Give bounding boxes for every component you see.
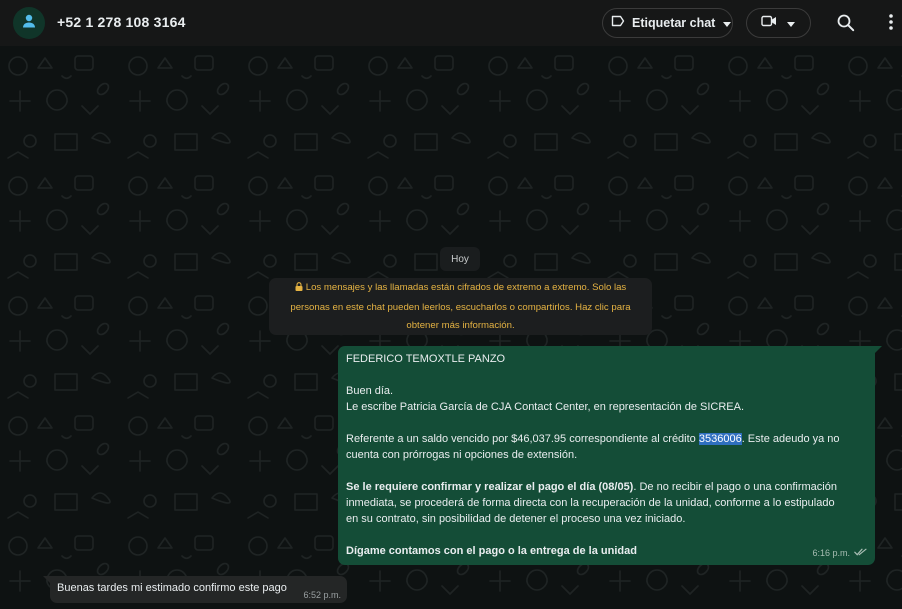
message-requirement-line-2: inmediata, se procederá de forma directa… — [346, 497, 835, 509]
message-hello: Buen día. — [346, 385, 394, 397]
incoming-message-time: 6:52 p.m. — [303, 590, 341, 600]
video-call-button[interactable] — [746, 8, 811, 38]
label-chat-button[interactable]: Etiquetar chat — [602, 8, 733, 38]
message-requirement-line-3: en su contrato, sin posibilidad de deten… — [346, 513, 686, 525]
incoming-message[interactable]: Buenas tardes mi estimado confirmo este … — [43, 576, 347, 603]
bubble-tail — [874, 346, 882, 354]
chat-header: +52 1 278 108 3164 Etiquetar chat — [0, 0, 902, 46]
search-icon[interactable] — [836, 13, 856, 33]
bubble-tail — [43, 576, 51, 584]
message-closing: Dígame contamos con el pago o la entrega… — [346, 545, 637, 557]
avatar[interactable] — [13, 7, 45, 39]
label-chat-text: Etiquetar chat — [632, 16, 716, 30]
incoming-message-text: Buenas tardes mi estimado confirmo este … — [57, 582, 287, 594]
message-time: 6:16 p.m. — [812, 548, 850, 558]
message-requirement: Se le requiere confirmar y realizar el p… — [346, 481, 837, 493]
person-icon — [21, 13, 37, 34]
lock-icon — [295, 280, 303, 299]
message-reference-line-2: cuenta con prórrogas ni opciones de exte… — [346, 449, 578, 461]
label-icon — [611, 14, 625, 32]
credit-number[interactable]: 3536006 — [698, 433, 742, 445]
message-meta: 6:16 p.m. — [812, 545, 867, 561]
chevron-down-icon — [787, 14, 795, 32]
encryption-notice-line-2: personas en este chat pueden leerlos, es… — [290, 301, 631, 313]
encryption-notice-line-1: Los mensajes y las llamadas están cifrad… — [275, 279, 646, 299]
video-icon — [761, 14, 777, 32]
message-intro: Le escribe Patricia García de CJA Contac… — [346, 401, 745, 413]
chevron-down-icon — [723, 14, 732, 32]
message-reference: Referente a un saldo vencido por $46,037… — [346, 433, 840, 445]
outgoing-message[interactable]: FEDERICO TEMOXTLE PANZO Buen día. Le esc… — [338, 346, 882, 565]
message-recipient-name: FEDERICO TEMOXTLE PANZO — [346, 353, 506, 365]
kebab-menu-icon[interactable] — [883, 13, 899, 33]
encryption-notice[interactable]: Los mensajes y las llamadas están cifrad… — [269, 278, 652, 335]
encryption-notice-line-3: obtener más información. — [406, 320, 515, 331]
chat-area[interactable]: Hoy Los mensajes y las llamadas están ci… — [0, 46, 902, 609]
double-check-icon — [854, 545, 867, 561]
contact-name[interactable]: +52 1 278 108 3164 — [57, 14, 186, 30]
date-chip: Hoy — [440, 247, 480, 271]
